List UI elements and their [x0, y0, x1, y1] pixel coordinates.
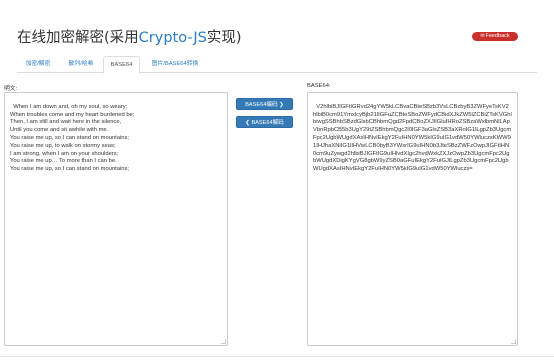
plaintext-value: When I am down and, oh my soul, so weary…	[10, 103, 135, 173]
base64-textarea[interactable]: V2hlbiBJIGFtIGRvd24gYW5kLCBvaCBteSBzb3Vs…	[307, 92, 518, 346]
page-title: 在线加密解密(采用Crypto-JS实现)	[17, 26, 242, 47]
base64-decode-button[interactable]: ❮ BASE64解码	[236, 116, 293, 128]
plaintext-textarea[interactable]: When I am down and, oh my soul, so weary…	[4, 92, 228, 346]
envelope-icon: ✉	[480, 33, 485, 39]
base64-encode-button[interactable]: BASE64编码 ❯	[236, 98, 293, 110]
tab-image-base64[interactable]: 图片/BASE64转换	[142, 56, 208, 73]
resize-handle-icon[interactable]	[511, 339, 516, 344]
feedback-button[interactable]: ✉Feedback	[472, 32, 518, 41]
plaintext-label: 明文:	[4, 86, 18, 92]
tab-hash[interactable]: 散列/哈希	[61, 56, 101, 73]
base64-value: V2hlbiBJIGFtIGRvd24gYW5kLCBvaCBteSBzb3Vs…	[313, 103, 512, 173]
feedback-label: Feedback	[485, 33, 510, 39]
resize-handle-icon[interactable]	[221, 339, 226, 344]
footer-divider	[0, 356, 554, 357]
tab-bar: 加密/解密 散列/哈希 BASE64 图片/BASE64转换	[17, 56, 537, 74]
tab-encrypt-decrypt[interactable]: 加密/解密	[17, 56, 59, 73]
title-suffix: 实现)	[206, 30, 242, 46]
base64-label: BASE64:	[307, 83, 331, 89]
title-accent: Crypto-JS	[138, 30, 207, 46]
title-prefix: 在线加密解密(采用	[17, 30, 139, 46]
tab-base64[interactable]: BASE64	[103, 56, 140, 74]
